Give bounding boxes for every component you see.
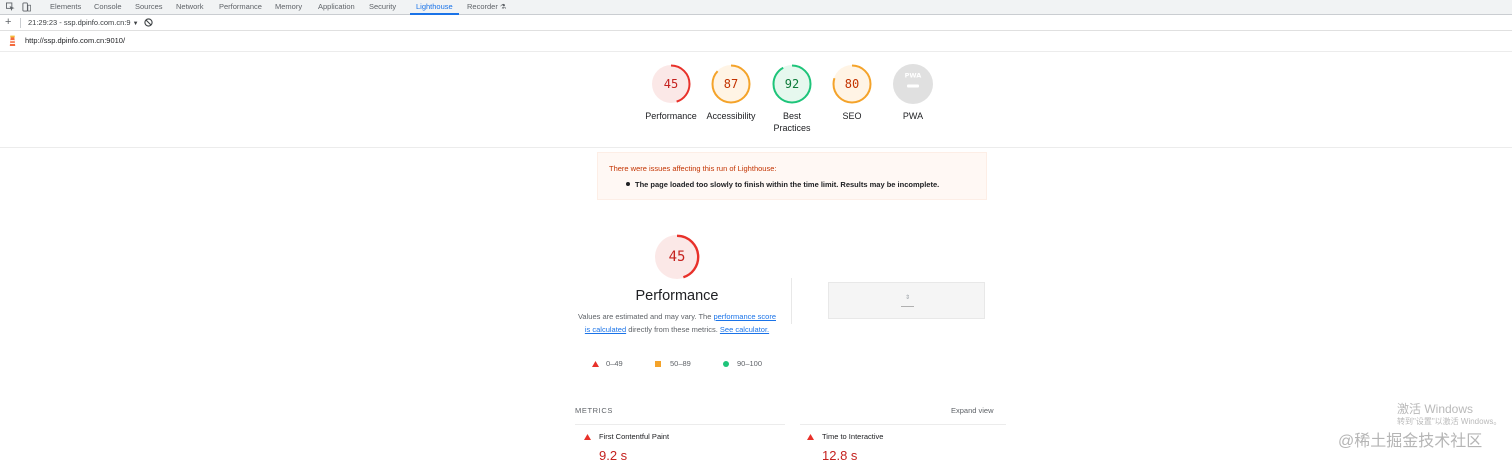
gauge-seo[interactable]: 80 SEO xyxy=(822,64,882,122)
loading-spinner-icon: ⇕ xyxy=(905,295,911,301)
gauge-seo-score: 80 xyxy=(844,77,860,91)
red-triangle-icon xyxy=(807,434,814,440)
orange-square-icon xyxy=(655,361,661,367)
flask-icon: ⚗ xyxy=(499,4,507,11)
performance-title: Performance xyxy=(635,288,719,304)
report-selector[interactable]: 21:29:23 - ssp.dpinfo.com.cn:9 ▼ xyxy=(28,15,139,31)
metric-divider xyxy=(800,424,1006,425)
gauge-best-practices-label: Best Practices xyxy=(773,111,811,133)
metric-name: First Contentful Paint xyxy=(599,432,670,441)
gauge-performance-label: Performance xyxy=(645,111,697,121)
activate-windows-watermark: 激活 Windows xyxy=(1397,402,1474,416)
legend-average-label: 50–89 xyxy=(670,359,691,368)
report-selector-value: 21:29:23 - ssp.dpinfo.com.cn:9 xyxy=(28,18,131,27)
legend-fail-label: 0–49 xyxy=(606,359,623,368)
bullet-icon xyxy=(626,182,630,186)
performance-divider xyxy=(791,278,792,324)
performance-desc-text-1: Values are estimated and may vary. The xyxy=(577,312,714,321)
metric-divider xyxy=(575,424,785,425)
legend-pass: 90–100 xyxy=(723,359,773,369)
gauge-pwa-label: PWA xyxy=(902,111,924,121)
tab-console[interactable]: Console xyxy=(94,0,122,15)
lighthouse-logo-icon xyxy=(9,35,16,46)
tab-security[interactable]: Security xyxy=(369,0,396,15)
dropdown-caret-icon: ▼ xyxy=(132,21,139,27)
toolbar-divider xyxy=(20,18,21,28)
final-screenshot: ⇕ xyxy=(828,282,985,319)
devtools-tab-strip: Elements Console Sources Network Perform… xyxy=(0,0,1512,15)
gauge-accessibility[interactable]: 87 Accessibility xyxy=(701,64,761,122)
red-triangle-icon xyxy=(592,361,599,367)
expand-view-toggle[interactable]: Expand view xyxy=(951,406,994,415)
performance-main-gauge: 45 xyxy=(652,234,702,280)
report-url[interactable]: http://ssp.dpinfo.com.cn:9010/ xyxy=(25,31,125,51)
gauge-best-practices[interactable]: 92 Best Practices xyxy=(762,64,822,134)
run-warnings: There were issues affecting this run of … xyxy=(597,152,987,200)
tab-performance[interactable]: Performance xyxy=(219,0,262,15)
gauge-seo-label: SEO xyxy=(842,111,862,121)
performance-desc-text-2: directly from these metrics. xyxy=(626,324,720,334)
tab-application[interactable]: Application xyxy=(318,0,355,15)
legend-fail: 0–49 xyxy=(592,359,632,369)
tab-lighthouse[interactable]: Lighthouse xyxy=(410,0,459,15)
metric-value: 12.8 s xyxy=(822,448,858,462)
device-toolbar-icon[interactable] xyxy=(22,2,31,12)
clear-reports-icon[interactable] xyxy=(144,18,153,27)
gauge-performance-score: 45 xyxy=(663,77,679,91)
gauge-performance[interactable]: 45 Performance xyxy=(641,64,701,122)
performance-description: Values are estimated and may vary. The p… xyxy=(577,311,777,336)
performance-main-score: 45 xyxy=(668,249,686,265)
report-url-bar: http://ssp.dpinfo.com.cn:9010/ xyxy=(0,31,1512,52)
gauge-accessibility-score: 87 xyxy=(723,77,739,91)
pwa-badge-icon: PWA xyxy=(893,64,933,104)
tab-network[interactable]: Network xyxy=(176,0,204,15)
tab-recorder-label: Recorder xyxy=(467,2,498,11)
metric-name: Time to Interactive xyxy=(822,432,884,441)
tab-memory[interactable]: Memory xyxy=(275,0,302,15)
gauge-pwa[interactable]: PWA PWA xyxy=(883,64,943,122)
brand-watermark: @稀土掘金技术社区 xyxy=(1338,433,1483,450)
metrics-heading: METRICS xyxy=(575,406,613,415)
gauge-best-practices-score: 92 xyxy=(784,77,800,91)
inspect-element-icon[interactable] xyxy=(6,2,15,12)
run-warnings-title: There were issues affecting this run of … xyxy=(609,164,777,173)
tab-sources[interactable]: Sources xyxy=(135,0,163,15)
metric-value: 9.2 s xyxy=(599,448,628,462)
see-calculator-link[interactable]: See calculator. xyxy=(720,325,769,334)
legend-pass-label: 90–100 xyxy=(737,359,763,368)
pwa-badge-text: PWA xyxy=(905,72,922,80)
run-warning-item: The page loaded too slowly to finish wit… xyxy=(635,180,940,189)
new-report-button[interactable]: + xyxy=(5,16,11,29)
tab-elements[interactable]: Elements xyxy=(50,0,81,15)
activate-windows-subtext: 转到"设置"以激活 Windows。 xyxy=(1397,417,1502,426)
legend-average: 50–89 xyxy=(655,359,700,369)
red-triangle-icon xyxy=(584,434,591,440)
green-circle-icon xyxy=(723,361,729,367)
header-divider xyxy=(0,147,1512,148)
loading-bar xyxy=(901,306,914,307)
gauge-accessibility-label: Accessibility xyxy=(706,111,756,121)
tab-recorder[interactable]: Recorder ⚗ xyxy=(467,0,506,15)
lighthouse-toolbar: + 21:29:23 - ssp.dpinfo.com.cn:9 ▼ xyxy=(0,15,1512,31)
